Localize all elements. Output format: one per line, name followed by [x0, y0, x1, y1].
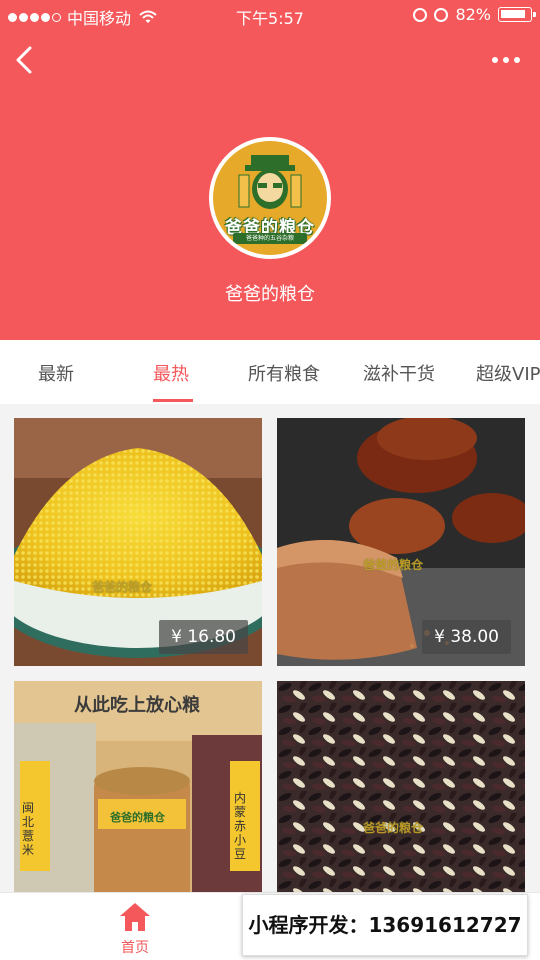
more-options-button[interactable]: [488, 48, 524, 72]
nav-home-label: 首页: [121, 940, 149, 956]
alarm-icon: [434, 7, 449, 22]
product-label-left: 闽北薏米: [22, 801, 35, 857]
product-image-black-rice: [277, 681, 525, 892]
promo-banner: 小程序开发：13691612727: [242, 894, 528, 956]
battery-percent: 82%: [455, 5, 491, 24]
tab-all-grains[interactable]: 所有粮食: [248, 360, 320, 386]
status-bar: 中国移动 下午5:57 82%: [0, 0, 540, 32]
product-label-right: 内蒙赤小豆: [234, 791, 247, 861]
product-card-grain-gift-set[interactable]: 从此吃上放心粮 闽北薏米 内蒙赤小豆 爸爸的粮仓: [14, 681, 262, 892]
product-price: ¥ 16.80: [159, 620, 248, 654]
orientation-lock-icon: [413, 7, 428, 22]
product-card-millet[interactable]: 爸爸的粮仓 ¥ 16.80: [14, 418, 262, 666]
product-watermark: 爸爸的粮仓: [363, 558, 424, 572]
nav-home[interactable]: 首页: [104, 901, 166, 957]
tab-super-vip[interactable]: 超级VIP: [476, 360, 540, 386]
tab-tonic-dried-goods[interactable]: 滋补干货: [363, 360, 435, 386]
product-jar-label: 爸爸的粮仓: [110, 811, 165, 824]
product-banner-text: 从此吃上放心粮: [74, 695, 200, 716]
home-icon: [120, 903, 150, 931]
product-price: ¥ 38.00: [422, 620, 511, 654]
shop-header: 中国移动 下午5:57 82% 爸爸的粮仓 爸爸种的五谷杂粮 爸爸的粮仓: [0, 0, 540, 340]
back-button[interactable]: [10, 42, 42, 78]
shop-logo: 爸爸的粮仓 爸爸种的五谷杂粮: [209, 137, 331, 259]
product-watermark: 爸爸的粮仓: [363, 821, 424, 835]
category-tabs: 最新 最热 所有粮食 滋补干货 超级VIP: [0, 340, 540, 404]
product-card-black-rice[interactable]: 爸爸的粮仓: [277, 681, 525, 892]
tab-latest[interactable]: 最新: [38, 360, 74, 386]
logo-subtitle: 爸爸种的五谷杂粮: [233, 233, 307, 244]
shop-name: 爸爸的粮仓: [225, 284, 315, 305]
active-tab-indicator: [153, 399, 193, 402]
product-watermark: 爸爸的粮仓: [92, 580, 153, 594]
product-grid: 爸爸的粮仓 ¥ 16.80 爸爸的粮仓 ¥ 38.00 从此吃上放心粮 闽北薏米…: [0, 404, 540, 892]
product-card-brown-sugar[interactable]: 爸爸的粮仓 ¥ 38.00: [277, 418, 525, 666]
battery-icon: [498, 7, 536, 22]
tab-hottest[interactable]: 最热: [153, 360, 189, 386]
